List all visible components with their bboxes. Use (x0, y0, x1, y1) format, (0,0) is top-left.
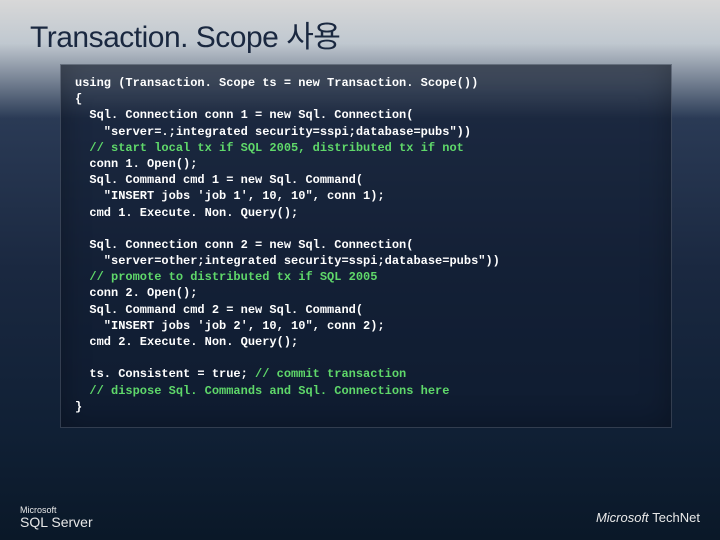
technet-logo: Microsoft TechNet (596, 510, 700, 525)
slide-title: Transaction. Scope 사용 (30, 12, 690, 56)
footer: Microsoft SQL Server Microsoft TechNet (20, 506, 700, 530)
sql-server-logo: Microsoft SQL Server (20, 506, 93, 530)
code-block: using (Transaction. Scope ts = new Trans… (60, 64, 672, 428)
code-content: using (Transaction. Scope ts = new Trans… (75, 75, 657, 415)
